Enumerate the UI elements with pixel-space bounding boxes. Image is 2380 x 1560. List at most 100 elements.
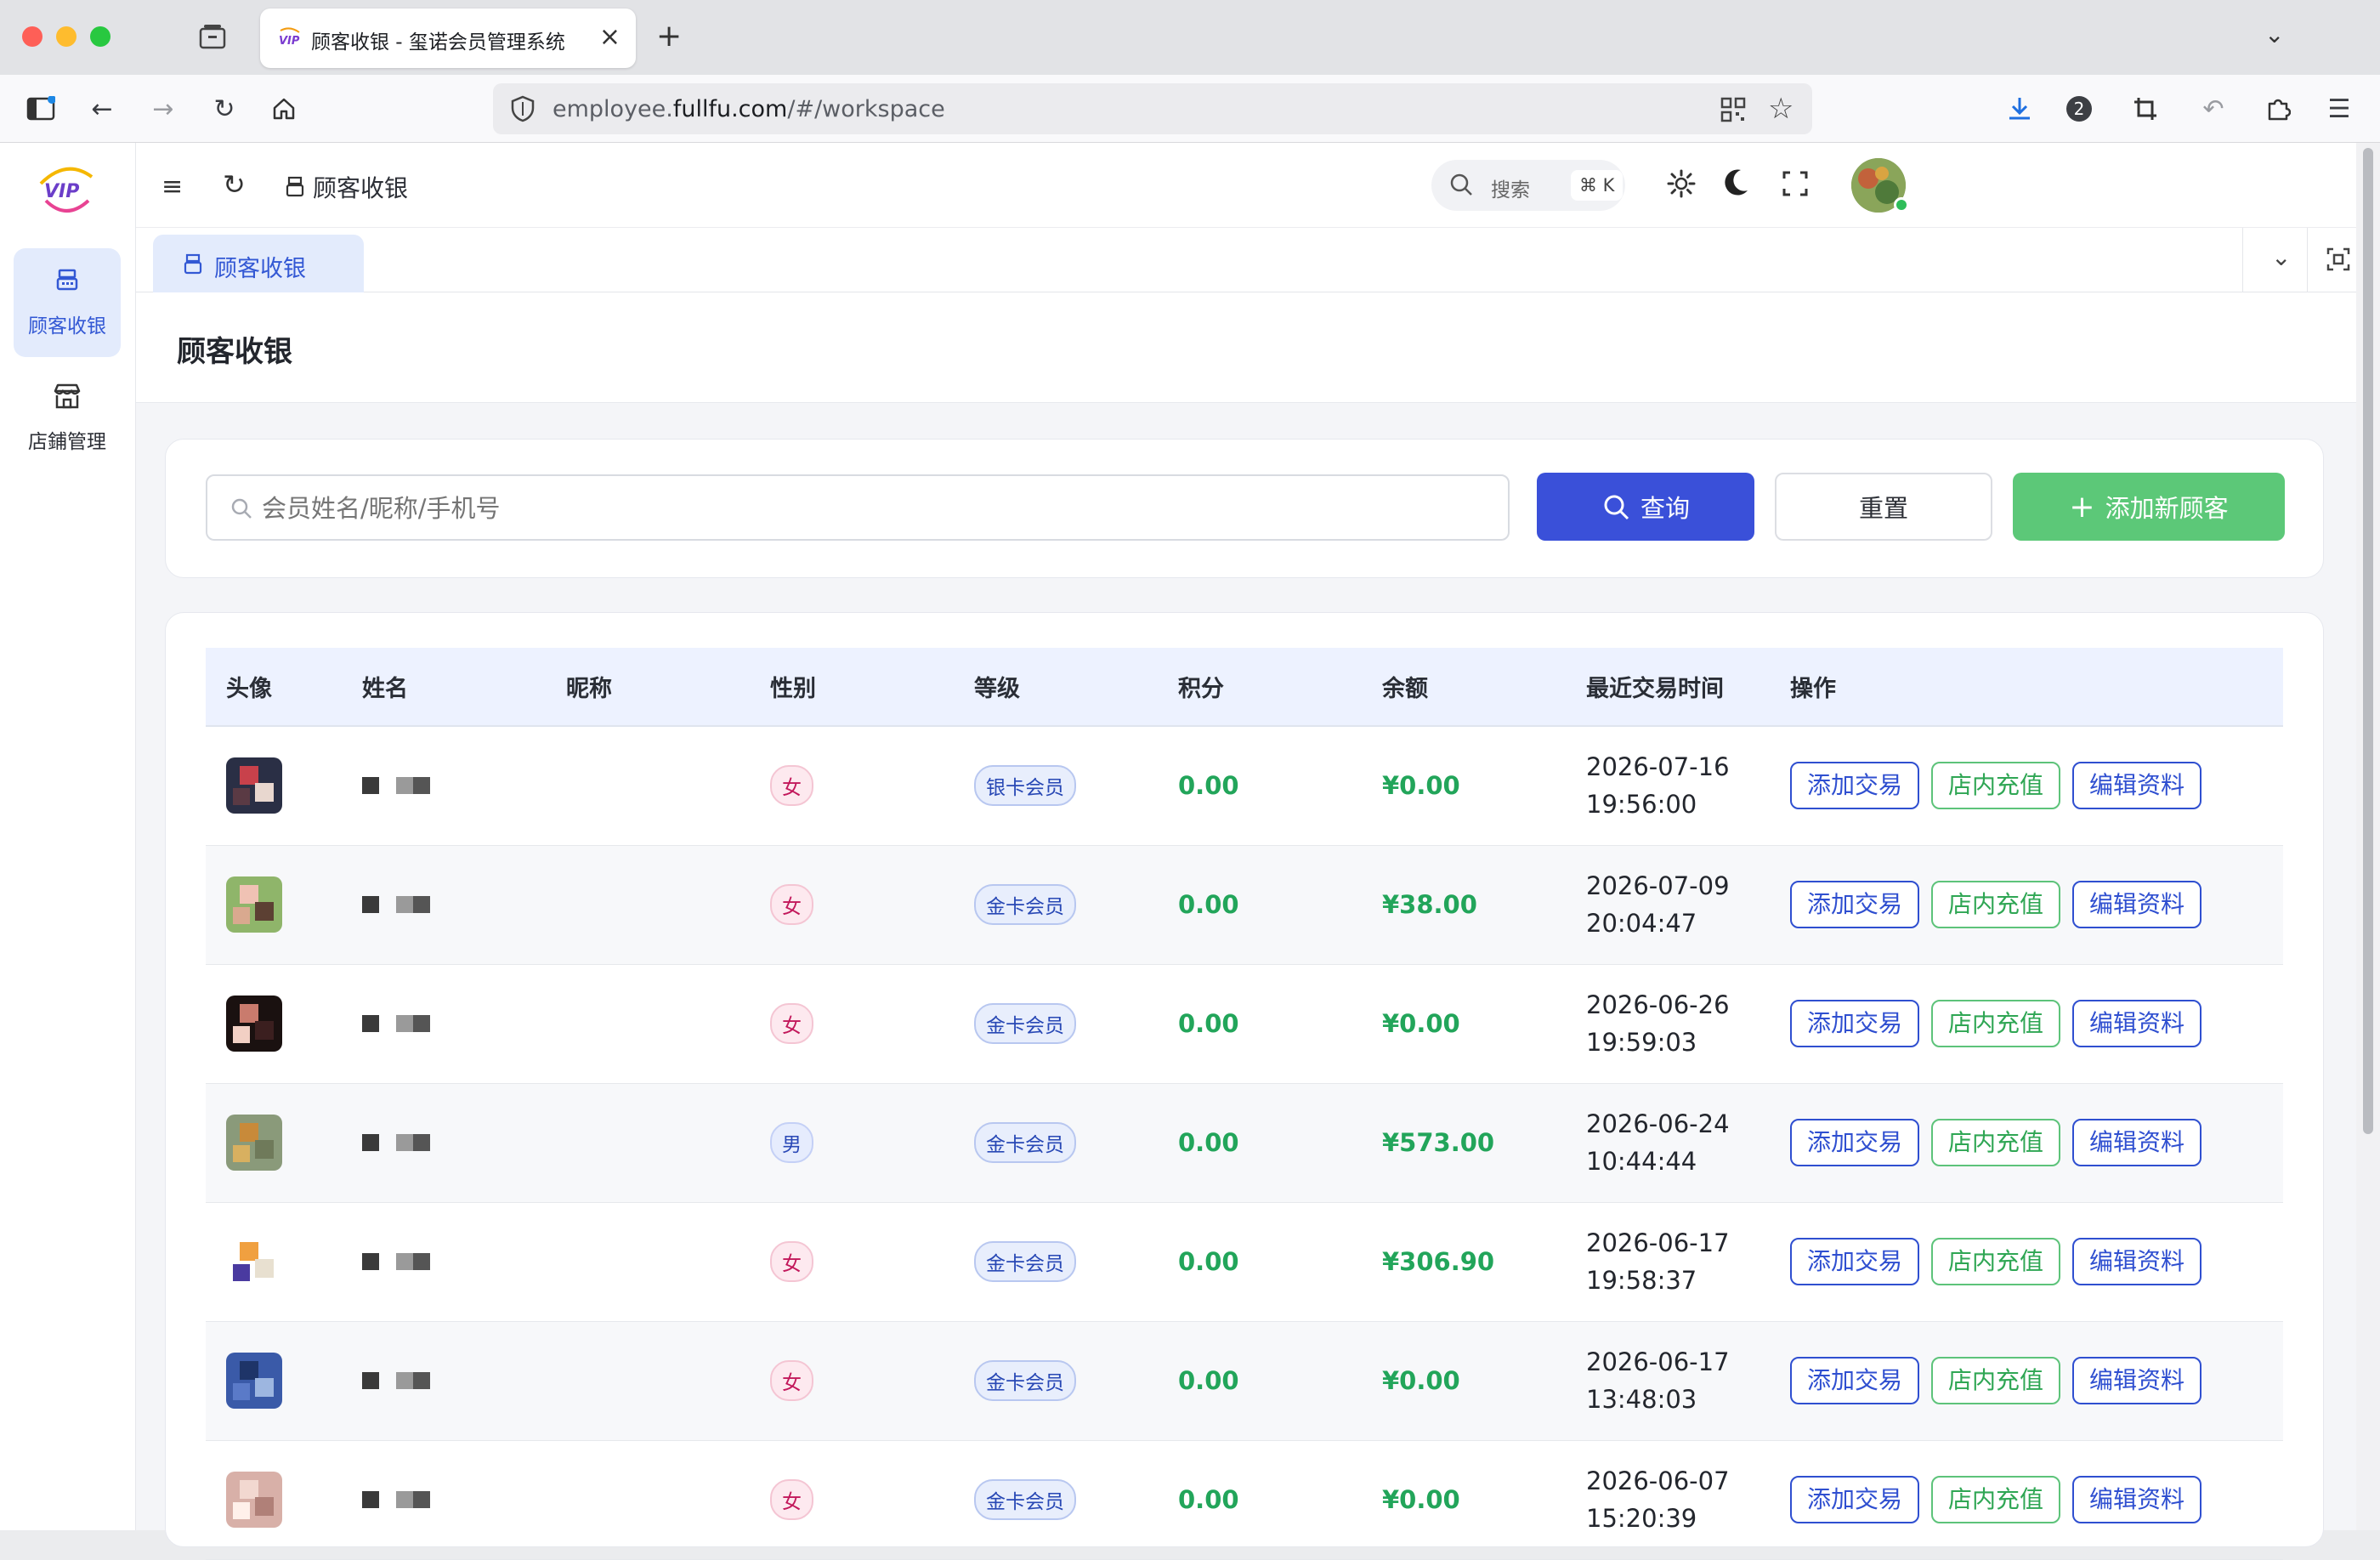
tab-overview-icon[interactable]: [197, 22, 228, 51]
store-recharge-button[interactable]: 店内充值: [1931, 881, 2061, 928]
column-header-gender: 性别: [750, 648, 954, 727]
search-input[interactable]: [206, 474, 1510, 541]
store-recharge-button[interactable]: 店内充值: [1931, 762, 2061, 810]
add-customer-button[interactable]: + 添加新顾客: [2013, 473, 2285, 541]
address-bar[interactable]: employee.fullfu.com/#/workspace ☆: [493, 83, 1812, 134]
page-scrollbar-thumb[interactable]: [2363, 148, 2373, 1134]
tab-close-icon[interactable]: ×: [599, 22, 620, 52]
last-transaction-time: 13:48:03: [1586, 1385, 1697, 1414]
edit-profile-button[interactable]: 编辑资料: [2072, 1357, 2202, 1404]
home-icon[interactable]: [267, 92, 301, 126]
actions-cell: 添加交易 店内充值 编辑资料: [1770, 964, 2283, 1084]
bookmark-star-icon[interactable]: ☆: [1768, 92, 1794, 126]
gender-cell: 男: [750, 1083, 954, 1203]
extensions-puzzle-icon[interactable]: [2261, 92, 2295, 126]
close-window-button[interactable]: [22, 26, 42, 47]
table-row: 女 金卡会员 0.00 ¥306.90 2026-06-17 19:58:37 …: [206, 1202, 2283, 1322]
actions-cell: 添加交易 店内充值 编辑资料: [1770, 1202, 2283, 1322]
store-icon: [14, 383, 121, 417]
column-header-level: 等级: [954, 648, 1158, 727]
browser-tab-active[interactable]: VIP 顾客收银 - 玺诺会员管理系统 ×: [260, 9, 636, 68]
undo-icon[interactable]: ↶: [2196, 92, 2230, 126]
customer-avatar[interactable]: [226, 1472, 282, 1528]
customer-name-redacted: [362, 1007, 464, 1041]
tab-maximize-icon[interactable]: [2326, 247, 2351, 275]
notifications-badge-icon[interactable]: 2: [2062, 92, 2096, 126]
store-recharge-button[interactable]: 店内充值: [1931, 1357, 2061, 1404]
balance-value: ¥38.00: [1382, 890, 1477, 919]
add-transaction-button[interactable]: 添加交易: [1790, 762, 1920, 810]
fullscreen-icon[interactable]: [1782, 170, 1809, 201]
reload-icon[interactable]: ↻: [207, 92, 241, 126]
add-transaction-button[interactable]: 添加交易: [1790, 881, 1920, 928]
sidebar-item-store-management[interactable]: 店鋪管理: [14, 364, 121, 473]
customer-name-redacted: [362, 1245, 464, 1279]
add-transaction-button[interactable]: 添加交易: [1790, 1119, 1920, 1166]
tab-cashier[interactable]: 顾客收银: [153, 235, 364, 292]
add-transaction-button[interactable]: 添加交易: [1790, 1476, 1920, 1523]
last-transaction-time: 19:56:00: [1586, 790, 1697, 820]
maximize-window-button[interactable]: [90, 26, 110, 47]
store-recharge-button[interactable]: 店内充值: [1931, 1000, 2061, 1047]
edit-profile-button[interactable]: 编辑资料: [2072, 1238, 2202, 1285]
balance-value: ¥0.00: [1382, 771, 1460, 801]
points-value: 0.00: [1178, 1366, 1239, 1395]
tabs-dropdown-chevron-icon[interactable]: ⌄: [2271, 243, 2291, 271]
global-search-button[interactable]: 搜索 ⌘ K: [1431, 160, 1625, 211]
customer-avatar[interactable]: [226, 1115, 282, 1171]
store-recharge-button[interactable]: 店内充值: [1931, 1238, 2061, 1285]
collapse-menu-icon[interactable]: ≡: [162, 172, 183, 201]
customer-avatar[interactable]: [226, 1234, 282, 1290]
customer-table: 头像 姓名 昵称 性别 等级 积分 余额 最近交易时间 操作 女 银卡会员 0.…: [206, 648, 2283, 1560]
refresh-icon[interactable]: ↻: [223, 168, 246, 201]
new-tab-icon[interactable]: +: [656, 19, 682, 54]
customer-avatar[interactable]: [226, 757, 282, 814]
edit-profile-button[interactable]: 编辑资料: [2072, 881, 2202, 928]
store-recharge-button[interactable]: 店内充值: [1931, 1476, 2061, 1523]
add-transaction-button[interactable]: 添加交易: [1790, 1357, 1920, 1404]
add-transaction-button[interactable]: 添加交易: [1790, 1000, 1920, 1047]
edit-profile-button[interactable]: 编辑资料: [2072, 1119, 2202, 1166]
tab-list-chevron-icon[interactable]: ⌄: [2264, 20, 2284, 48]
customer-avatar[interactable]: [226, 996, 282, 1052]
table-row: 女 金卡会员 0.00 ¥0.00 2026-06-26 19:59:03 添加…: [206, 964, 2283, 1084]
sidebar-toggle-icon[interactable]: [24, 92, 58, 126]
last-transaction-cell: 2026-06-17 13:48:03: [1566, 1321, 1770, 1441]
reset-button[interactable]: 重置: [1775, 473, 1992, 541]
gender-badge: 女: [770, 1003, 813, 1044]
member-level-badge: 金卡会员: [974, 1003, 1076, 1044]
tab-title: 顾客收银 - 玺诺会员管理系统: [311, 31, 565, 54]
sidebar-item-cashier[interactable]: 顾客收银: [14, 248, 121, 357]
balance-cell: ¥0.00: [1362, 1321, 1566, 1441]
site-security-shield-icon[interactable]: [510, 95, 536, 126]
customer-avatar[interactable]: [226, 1353, 282, 1409]
settings-gear-icon[interactable]: [1666, 168, 1697, 202]
app-logo: VIP: [32, 158, 100, 223]
menu-hamburger-icon[interactable]: ☰: [2322, 92, 2356, 126]
search-field[interactable]: [262, 488, 1469, 529]
forward-icon[interactable]: →: [146, 92, 180, 126]
add-transaction-button[interactable]: 添加交易: [1790, 1238, 1920, 1285]
back-icon[interactable]: ←: [85, 92, 119, 126]
customer-avatar[interactable]: [226, 876, 282, 933]
search-label: 搜索: [1491, 179, 1530, 201]
edit-profile-button[interactable]: 编辑资料: [2072, 1476, 2202, 1523]
page-tabs-bar: 顾客收银 ⌄: [136, 228, 2356, 292]
dark-mode-moon-icon[interactable]: [1720, 167, 1751, 204]
query-button[interactable]: 查询: [1537, 473, 1754, 541]
last-transaction-date: 2026-07-16: [1586, 752, 1730, 782]
last-transaction-time: 19:59:03: [1586, 1028, 1697, 1057]
qr-code-icon[interactable]: [1720, 97, 1746, 126]
edit-profile-button[interactable]: 编辑资料: [2072, 762, 2202, 810]
downloads-icon[interactable]: [2003, 92, 2037, 126]
points-cell: 0.00: [1158, 1321, 1362, 1441]
nickname-cell: [546, 1440, 750, 1560]
name-cell: [342, 726, 546, 846]
gender-badge: 女: [770, 765, 813, 807]
name-cell: [342, 1440, 546, 1560]
page-scrollbar-track[interactable]: [2356, 143, 2380, 1530]
crop-screenshot-icon[interactable]: [2128, 92, 2162, 126]
minimize-window-button[interactable]: [56, 26, 76, 47]
edit-profile-button[interactable]: 编辑资料: [2072, 1000, 2202, 1047]
store-recharge-button[interactable]: 店内充值: [1931, 1119, 2061, 1166]
